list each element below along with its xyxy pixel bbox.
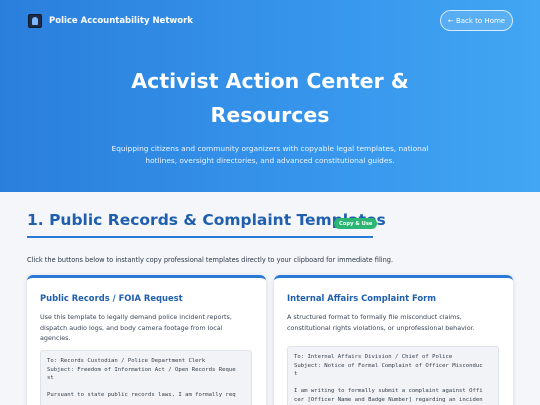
template-text-box[interactable]: To: Records Custodian / Police Departmen… xyxy=(40,350,252,405)
section-intro: Click the buttons below to instantly cop… xyxy=(27,256,394,264)
site-nav: Police Accountability Network xyxy=(28,11,193,31)
internal-affairs-template-card: Internal Affairs Complaint Form A struct… xyxy=(274,275,513,405)
foia-template-card: Public Records / FOIA Request Use this t… xyxy=(27,275,266,405)
page-subtitle: Equipping citizens and community organiz… xyxy=(111,144,429,165)
section-title: 1. Public Records & Complaint Templates xyxy=(27,211,386,229)
card-description: Use this template to legally demand poli… xyxy=(40,313,232,342)
page-title: Activist Action Center & Resources xyxy=(131,69,409,127)
card-description: A structured format to formally file mis… xyxy=(287,313,475,332)
back-to-home-button[interactable]: ← Back to Home xyxy=(440,10,513,31)
card-title: Public Records / FOIA Request xyxy=(40,293,183,303)
copy-use-badge: Copy & Use xyxy=(334,218,378,229)
brand-name[interactable]: Police Accountability Network xyxy=(49,16,193,26)
card-title: Internal Affairs Complaint Form xyxy=(287,293,436,303)
section-divider xyxy=(27,236,373,238)
hero-banner: Police Accountability Network ← Back to … xyxy=(0,0,540,192)
shield-logo-icon[interactable] xyxy=(28,14,42,28)
template-text-box[interactable]: To: Internal Affairs Division / Chief of… xyxy=(287,346,499,405)
